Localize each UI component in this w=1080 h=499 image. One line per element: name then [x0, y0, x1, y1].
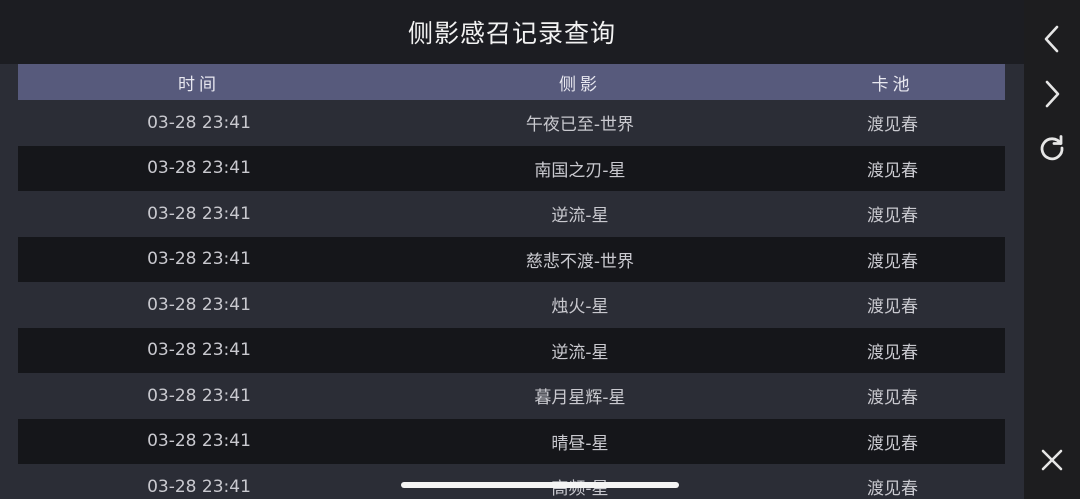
- records-table: 时间 侧影 卡池 03-28 23:41 午夜已至-世界 渡见春 03-28 2…: [18, 64, 1005, 499]
- row-character: 晴昼-星: [551, 433, 609, 454]
- row-time: 03-28 23:41: [147, 112, 251, 133]
- row-time: 03-28 23:41: [147, 340, 251, 361]
- previous-page-button[interactable]: [1032, 19, 1072, 59]
- close-icon: [1041, 449, 1063, 471]
- column-header-time: 时间: [178, 74, 220, 95]
- chevron-left-icon: [1044, 25, 1059, 53]
- row-pool: 渡见春: [867, 251, 918, 272]
- table-header: 时间 侧影 卡池: [18, 64, 1005, 100]
- row-pool: 渡见春: [867, 297, 918, 318]
- table-row: 03-28 23:41 南国之刃-星 渡见春: [18, 145, 1005, 191]
- row-time: 03-28 23:41: [147, 385, 251, 406]
- row-pool: 渡见春: [867, 342, 918, 363]
- column-header-character: 侧影: [559, 74, 601, 95]
- row-time: 03-28 23:41: [147, 158, 251, 179]
- row-time: 03-28 23:41: [147, 294, 251, 315]
- row-time: 03-28 23:41: [147, 431, 251, 452]
- row-character: 午夜已至-世界: [525, 115, 635, 136]
- title-bar: 侧影感召记录查询: [0, 0, 1024, 64]
- row-pool: 渡见春: [867, 206, 918, 227]
- screen: 侧影感召记录查询 时间 侧影 卡池 03-28 23:41 午夜已至-世界 渡见…: [0, 0, 1080, 499]
- row-character: 暮月星辉-星: [534, 388, 626, 409]
- refresh-button[interactable]: [1032, 128, 1072, 168]
- row-time: 03-28 23:41: [147, 203, 251, 224]
- refresh-icon: [1040, 135, 1064, 161]
- table-row: 03-28 23:41 慈悲不渡-世界 渡见春: [18, 236, 1005, 282]
- row-time: 03-28 23:41: [147, 476, 251, 497]
- row-character: 逆流-星: [551, 342, 609, 363]
- table-row: 03-28 23:41 暮月星辉-星 渡见春: [18, 373, 1005, 419]
- chevron-right-icon: [1045, 80, 1060, 108]
- row-character: 逆流-星: [551, 206, 609, 227]
- side-toolbar: [1024, 0, 1080, 499]
- row-pool: 渡见春: [867, 433, 918, 454]
- row-pool: 渡见春: [867, 160, 918, 181]
- close-button[interactable]: [1032, 440, 1072, 480]
- row-pool: 渡见春: [867, 388, 918, 409]
- table-row: 03-28 23:41 晴昼-星 渡见春: [18, 418, 1005, 464]
- records-panel: 侧影感召记录查询 时间 侧影 卡池 03-28 23:41 午夜已至-世界 渡见…: [0, 0, 1024, 499]
- row-character: 慈悲不渡-世界: [525, 251, 635, 272]
- page-title: 侧影感召记录查询: [407, 19, 616, 48]
- row-time: 03-28 23:41: [147, 249, 251, 270]
- column-header-pool: 卡池: [871, 74, 914, 95]
- home-indicator[interactable]: [401, 482, 679, 488]
- table-body[interactable]: 03-28 23:41 午夜已至-世界 渡见春 03-28 23:41 南国之刃…: [18, 100, 1005, 499]
- table-row: 03-28 23:41 逆流-星 渡见春: [18, 191, 1005, 237]
- next-page-button[interactable]: [1032, 74, 1072, 114]
- table-row: 03-28 23:41 午夜已至-世界 渡见春: [18, 100, 1005, 146]
- row-pool: 渡见春: [867, 479, 918, 499]
- table-row: 03-28 23:41 烛火-星 渡见春: [18, 282, 1005, 328]
- row-character: 烛火-星: [551, 297, 609, 318]
- table-row: 03-28 23:41 逆流-星 渡见春: [18, 327, 1005, 373]
- row-character: 南国之刃-星: [534, 160, 626, 181]
- row-pool: 渡见春: [867, 115, 918, 136]
